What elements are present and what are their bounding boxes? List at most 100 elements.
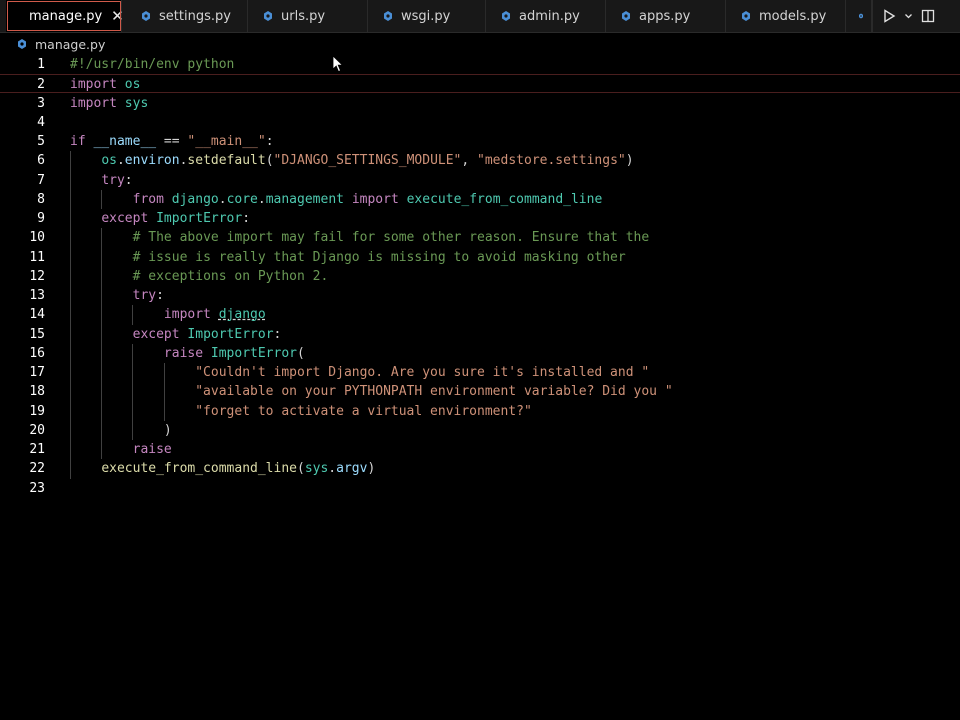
line-number[interactable]: 17 xyxy=(0,363,45,382)
line-number[interactable]: 4 xyxy=(0,113,45,132)
line-number[interactable]: 8 xyxy=(0,190,45,209)
tab-label: urls.py xyxy=(281,8,326,24)
indent-guide xyxy=(70,459,71,479)
tab-wsgi-py[interactable]: wsgi.py xyxy=(368,0,486,32)
code-text[interactable]: from django.core.management import execu… xyxy=(70,190,603,209)
code-text[interactable]: import os xyxy=(70,75,140,94)
code-line[interactable]: 1 #!/usr/bin/env python xyxy=(0,55,960,74)
code-line[interactable]: 18 "available on your PYTHONPATH environ… xyxy=(0,382,960,402)
line-number[interactable]: 6 xyxy=(0,151,45,170)
python-file-icon xyxy=(264,11,272,21)
indent-guide xyxy=(70,247,71,267)
indent-guide xyxy=(101,382,103,402)
code-line[interactable]: 12 # exceptions on Python 2. xyxy=(0,266,960,286)
line-number[interactable]: 5 xyxy=(0,132,45,151)
code-line[interactable]: 15 except ImportError: xyxy=(0,324,960,344)
tab-manage-py[interactable]: manage.py ✕ xyxy=(6,0,124,32)
tab-admin-py[interactable]: admin.py xyxy=(486,0,606,32)
code-line[interactable]: 3 import sys xyxy=(0,94,960,113)
breadcrumb[interactable]: manage.py xyxy=(0,33,960,55)
indent-guide xyxy=(101,266,103,286)
line-number[interactable]: 13 xyxy=(0,286,45,305)
tab-urls-py[interactable]: urls.py xyxy=(248,0,368,32)
mouse-pointer-icon xyxy=(332,55,344,73)
line-number[interactable]: 2 xyxy=(0,75,45,94)
tab-label: models.py xyxy=(759,8,827,24)
indent-guide xyxy=(70,189,71,209)
code-line[interactable]: 4 xyxy=(0,113,960,132)
line-number[interactable]: 3 xyxy=(0,94,45,113)
code-line[interactable]: 21 raise xyxy=(0,440,960,460)
line-number[interactable]: 14 xyxy=(0,305,45,324)
code-text[interactable]: "forget to activate a virtual environmen… xyxy=(70,402,532,421)
tab-label: admin.py xyxy=(519,8,580,24)
line-number[interactable]: 22 xyxy=(0,459,45,478)
breadcrumb-file: manage.py xyxy=(35,36,106,52)
code-text[interactable]: # issue is really that Django is missing… xyxy=(70,248,626,267)
code-text[interactable]: import sys xyxy=(70,94,148,113)
chevron-down-icon[interactable] xyxy=(904,9,913,23)
code-text[interactable]: #!/usr/bin/env python xyxy=(70,55,234,74)
code-text[interactable]: import django xyxy=(70,305,266,324)
code-text[interactable]: "Couldn't import Django. Are you sure it… xyxy=(70,363,649,382)
line-number[interactable]: 11 xyxy=(0,248,45,267)
python-file-icon xyxy=(384,11,392,21)
indent-guide xyxy=(132,382,134,402)
indent-guide xyxy=(70,363,71,383)
code-line[interactable]: 9 except ImportError: xyxy=(0,209,960,229)
code-line[interactable]: 20 ) xyxy=(0,420,960,440)
split-editor-icon[interactable] xyxy=(921,9,935,23)
line-number[interactable]: 10 xyxy=(0,228,45,247)
code-line[interactable]: 6 os.environ.setdefault("DJANGO_SETTINGS… xyxy=(0,151,960,171)
line-number[interactable]: 9 xyxy=(0,209,45,228)
code-text[interactable]: execute_from_command_line(sys.argv) xyxy=(70,459,375,478)
code-text[interactable]: if __name__ == "__main__": xyxy=(70,132,274,151)
tab-overflow[interactable] xyxy=(846,0,872,32)
code-text[interactable]: # exceptions on Python 2. xyxy=(70,267,329,286)
code-line[interactable]: 19 "forget to activate a virtual environ… xyxy=(0,401,960,421)
indent-guide xyxy=(132,420,134,440)
code-line[interactable]: 10 # The above import may fail for some … xyxy=(0,228,960,248)
tab-models-py[interactable]: models.py xyxy=(726,0,846,32)
code-line[interactable]: 23 xyxy=(0,479,960,498)
tab-apps-py[interactable]: apps.py xyxy=(606,0,726,32)
line-number[interactable]: 16 xyxy=(0,344,45,363)
line-number[interactable]: 19 xyxy=(0,402,45,421)
line-number[interactable]: 7 xyxy=(0,171,45,190)
code-text[interactable]: try: xyxy=(70,286,164,305)
code-line[interactable]: 11 # issue is really that Django is miss… xyxy=(0,247,960,267)
line-number[interactable]: 12 xyxy=(0,267,45,286)
code-text[interactable]: "available on your PYTHONPATH environmen… xyxy=(70,382,672,401)
tab-label: wsgi.py xyxy=(401,8,451,24)
python-file-icon xyxy=(622,11,630,21)
code-line[interactable]: 16 raise ImportError( xyxy=(0,343,960,363)
tab-settings-py[interactable]: settings.py xyxy=(122,0,248,32)
code-line[interactable]: 14 import django xyxy=(0,305,960,325)
code-editor[interactable]: 1 #!/usr/bin/env python 2 import os 3 import … xyxy=(0,55,960,720)
code-line[interactable]: 17 "Couldn't import Django. Are you sure… xyxy=(0,363,960,383)
code-text[interactable]: raise xyxy=(70,440,172,459)
code-text[interactable]: os.environ.setdefault("DJANGO_SETTINGS_M… xyxy=(70,151,633,170)
code-line[interactable]: 7 try: xyxy=(0,170,960,190)
code-text[interactable]: # The above import may fail for some oth… xyxy=(70,228,650,247)
line-number[interactable]: 15 xyxy=(0,325,45,344)
code-text[interactable]: raise ImportError( xyxy=(70,344,305,363)
indent-guide xyxy=(70,286,71,306)
line-number[interactable]: 21 xyxy=(0,440,45,459)
code-text[interactable]: except ImportError: xyxy=(70,209,250,228)
line-number[interactable]: 18 xyxy=(0,382,45,401)
play-icon[interactable] xyxy=(883,9,896,23)
code-line[interactable]: 13 try: xyxy=(0,286,960,306)
python-file-icon xyxy=(142,11,150,21)
code-line[interactable]: 5 if __name__ == "__main__": xyxy=(0,132,960,151)
line-number[interactable]: 20 xyxy=(0,421,45,440)
code-line[interactable]: 22 execute_from_command_line(sys.argv) xyxy=(0,459,960,479)
indent-guide xyxy=(163,401,165,421)
code-text[interactable]: try: xyxy=(70,171,132,190)
line-number[interactable]: 23 xyxy=(0,479,45,498)
code-line[interactable]: 8 from django.core.management import exe… xyxy=(0,189,960,209)
code-text[interactable]: ) xyxy=(70,421,172,440)
tab-label: settings.py xyxy=(159,8,231,24)
code-line[interactable]: 2 import os xyxy=(0,74,960,94)
line-number[interactable]: 1 xyxy=(0,55,45,74)
